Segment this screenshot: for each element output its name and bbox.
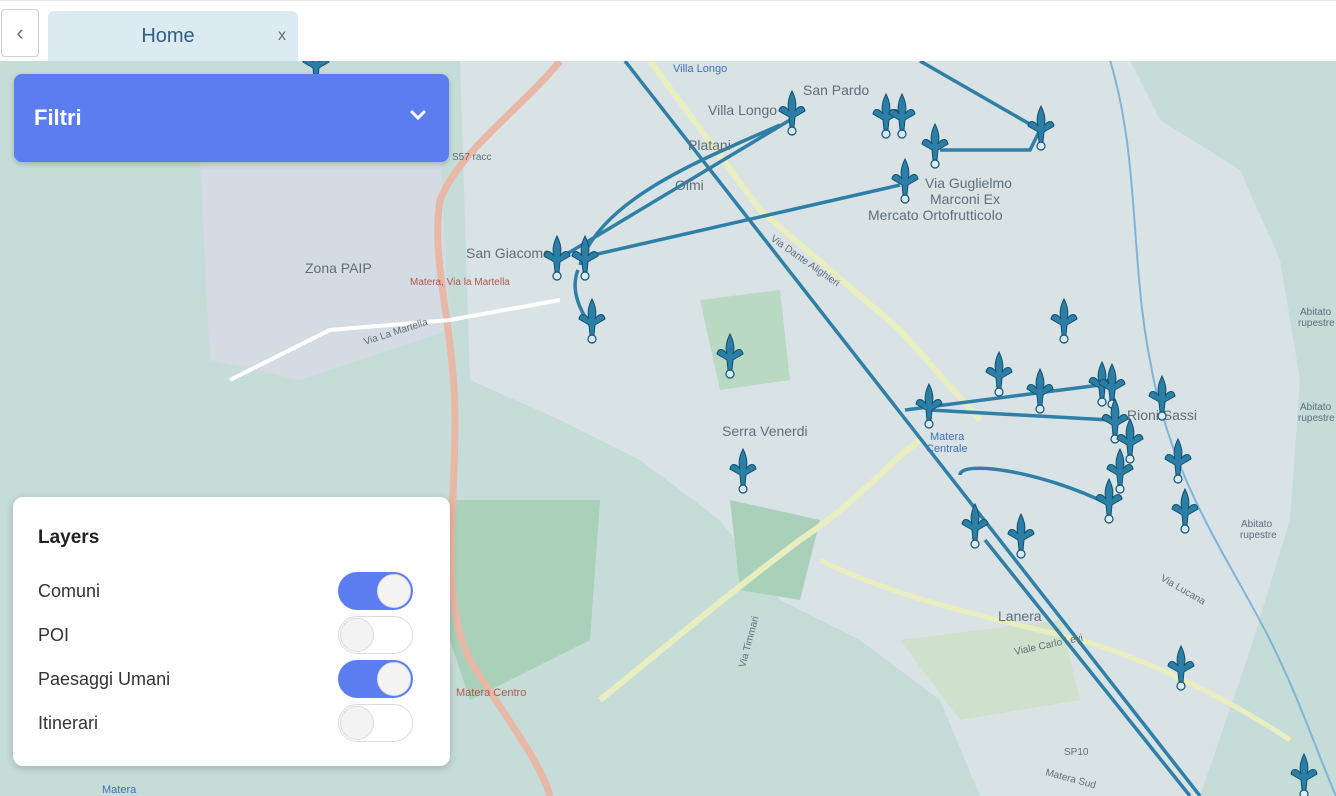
filters-title: Filtri xyxy=(34,105,82,130)
layers-title: Layers xyxy=(38,527,100,548)
map-label: Olmi xyxy=(675,177,704,193)
layer-label: Itinerari xyxy=(38,713,99,733)
layer-label: Comuni xyxy=(38,581,101,601)
chevron-left-icon: ‹ xyxy=(16,20,24,45)
map-label: rupestre xyxy=(1298,413,1335,424)
layer-row-comuni: Comuni xyxy=(38,571,413,611)
toggle-knob xyxy=(377,662,411,696)
map-label: Lanera xyxy=(998,608,1042,624)
map-label: Abitato xyxy=(1241,519,1273,530)
layer-label: Paesaggi Umani xyxy=(38,669,171,689)
map-label: Via Guglielmo xyxy=(925,175,1012,191)
filters-panel-header[interactable]: Filtri xyxy=(14,74,449,162)
urban-area xyxy=(460,61,1300,796)
layers-panel: Layers Comuni POI Paesaggi Umani Itinera… xyxy=(13,497,450,766)
layer-row-itinerari: Itinerari xyxy=(38,703,413,743)
toggle-paesaggi-umani[interactable] xyxy=(338,660,413,698)
top-bar: ‹ Home x xyxy=(0,0,1336,62)
map-label: Matera Centro xyxy=(456,687,526,699)
layer-row-paesaggi-umani: Paesaggi Umani xyxy=(38,659,413,699)
map-label: San Pardo xyxy=(803,82,869,98)
map-label: Matera xyxy=(102,784,137,796)
map-label: Matera xyxy=(930,431,965,443)
map-label: SP10 xyxy=(1064,747,1089,758)
map-pin-marker[interactable] xyxy=(1290,752,1318,796)
map-label: Matera, Via la Martella xyxy=(410,277,510,288)
map-label: Villa Longo xyxy=(673,63,727,75)
map-label: Platani xyxy=(688,137,731,153)
layer-label: POI xyxy=(38,625,70,645)
toggle-knob xyxy=(377,574,411,608)
map-label: Abitato xyxy=(1300,402,1332,413)
map-label: rupestre xyxy=(1298,318,1335,329)
map-label: Abitato xyxy=(1300,307,1332,318)
toggle-knob xyxy=(340,706,374,740)
map-label: Villa Longo xyxy=(708,102,777,118)
toggle-itinerari[interactable] xyxy=(338,704,413,742)
map-label: Via Timmari xyxy=(737,615,761,669)
map-label: Mercato Ortofrutticolo xyxy=(868,207,1003,223)
toggle-knob xyxy=(340,618,374,652)
chevron-down-icon xyxy=(410,110,426,121)
toggle-poi[interactable] xyxy=(338,616,413,654)
map-label: Marconi Ex xyxy=(930,191,1000,207)
map-label: S57 racc xyxy=(452,152,491,163)
layer-row-poi: POI xyxy=(38,615,413,655)
tab-label: Home xyxy=(141,25,195,47)
map-label: Serra Venerdi xyxy=(722,423,808,439)
map-label: San Giacomo xyxy=(466,245,551,261)
map-label: Centrale xyxy=(926,443,968,455)
tab-close-button[interactable]: x xyxy=(278,27,286,45)
back-button[interactable]: ‹ xyxy=(1,9,39,57)
tab-home[interactable]: Home x xyxy=(48,11,298,62)
map-label: Zona PAIP xyxy=(305,260,372,276)
map-label: rupestre xyxy=(1240,530,1277,541)
toggle-comuni[interactable] xyxy=(338,572,413,610)
